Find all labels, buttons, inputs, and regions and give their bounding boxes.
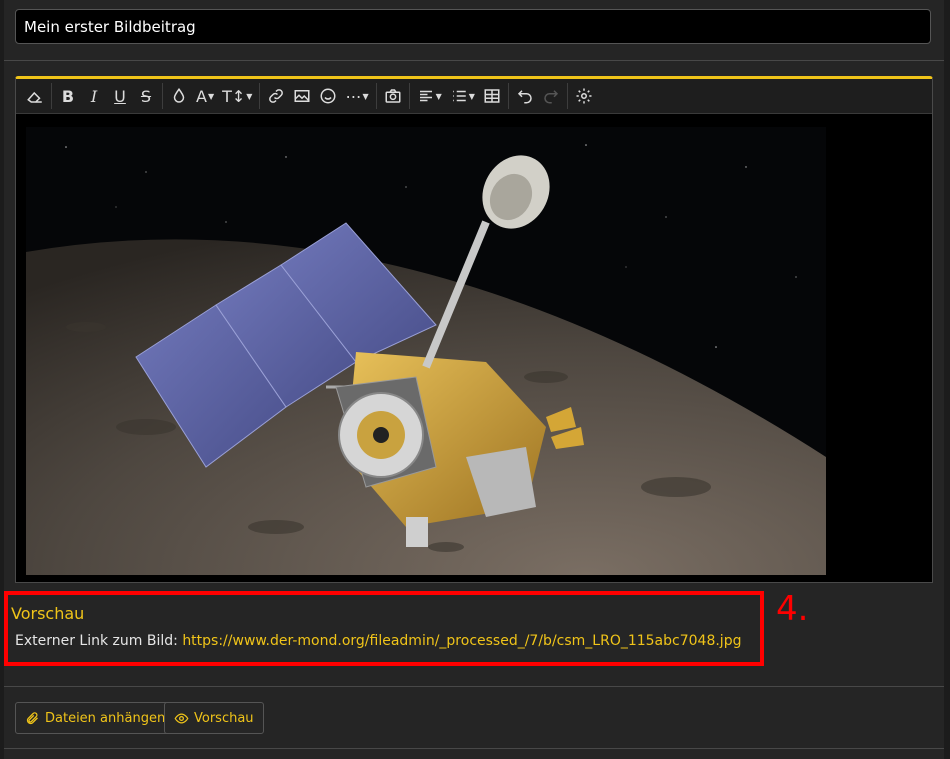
font-icon: A bbox=[196, 86, 207, 106]
more-options-button[interactable]: ⋯ ▼ bbox=[341, 82, 372, 110]
table-icon bbox=[484, 89, 500, 103]
text-size-icon: T↕ bbox=[222, 86, 246, 106]
toolbar-separator bbox=[162, 83, 163, 109]
list-button[interactable]: ▼ bbox=[446, 82, 479, 110]
image-icon bbox=[294, 90, 310, 102]
satellite-illustration bbox=[26, 127, 826, 575]
font-size-button[interactable]: T↕ ▼ bbox=[218, 82, 256, 110]
insert-link-button[interactable] bbox=[263, 82, 289, 110]
strikethrough-button[interactable]: S bbox=[133, 82, 159, 110]
divider-top bbox=[4, 60, 944, 61]
external-link-label: Externer Link zum Bild: bbox=[15, 633, 178, 649]
external-link-line: Externer Link zum Bild: https://www.der-… bbox=[15, 633, 741, 649]
clear-formatting-button[interactable] bbox=[22, 82, 48, 110]
undo-icon bbox=[517, 90, 532, 104]
insert-media-button[interactable] bbox=[380, 82, 406, 110]
eraser-icon bbox=[27, 91, 42, 103]
link-icon bbox=[269, 89, 284, 103]
ellipsis-icon: ⋯ bbox=[345, 86, 362, 106]
attach-files-label: Dateien anhängen bbox=[45, 710, 166, 726]
toolbar-separator bbox=[375, 83, 377, 109]
emoji-button[interactable] bbox=[315, 82, 341, 110]
redo-icon bbox=[544, 90, 558, 104]
chevron-down-icon: ▼ bbox=[435, 91, 442, 101]
chevron-down-icon: ▼ bbox=[362, 91, 369, 101]
redo-button[interactable] bbox=[538, 82, 564, 110]
toolbar-separator bbox=[566, 83, 568, 109]
font-family-button[interactable]: A ▼ bbox=[192, 82, 218, 110]
step-number-label: 4. bbox=[776, 589, 809, 629]
text-color-button[interactable] bbox=[166, 82, 192, 110]
list-icon bbox=[452, 90, 466, 102]
gear-icon bbox=[576, 88, 592, 104]
italic-button[interactable]: I bbox=[81, 82, 107, 110]
paperclip-icon bbox=[26, 711, 38, 724]
external-image-link[interactable]: https://www.der-mond.org/fileadmin/_proc… bbox=[182, 633, 741, 649]
underline-button[interactable]: U bbox=[107, 82, 133, 110]
embedded-image[interactable] bbox=[26, 127, 826, 575]
strikethrough-icon: S bbox=[140, 86, 152, 106]
settings-button[interactable] bbox=[571, 82, 597, 110]
bold-button[interactable]: B bbox=[55, 82, 81, 110]
toolbar-separator bbox=[259, 83, 261, 109]
toolbar-separator bbox=[408, 83, 410, 109]
chevron-down-icon: ▼ bbox=[246, 91, 253, 101]
divider-bottom bbox=[4, 686, 944, 687]
chevron-down-icon: ▼ bbox=[207, 91, 215, 101]
chevron-down-icon: ▼ bbox=[468, 91, 475, 101]
undo-button[interactable] bbox=[512, 82, 538, 110]
divider-footer bbox=[4, 748, 944, 749]
droplet-icon bbox=[173, 87, 185, 103]
toolbar-separator bbox=[51, 83, 52, 109]
post-title-input[interactable] bbox=[15, 9, 931, 44]
insert-table-button[interactable] bbox=[479, 82, 505, 110]
align-left-icon bbox=[419, 90, 432, 102]
smiley-icon bbox=[320, 88, 336, 104]
editor-toolbar: B I U S A ▼ T↕ ▼ ⋯ ▼ ▼ ▼ bbox=[16, 79, 932, 114]
align-button[interactable]: ▼ bbox=[413, 82, 446, 110]
preview-heading: Vorschau bbox=[11, 604, 85, 623]
preview-button[interactable]: Vorschau bbox=[164, 702, 264, 734]
camera-icon bbox=[385, 89, 401, 103]
toolbar-separator bbox=[507, 83, 509, 109]
right-border bbox=[944, 0, 950, 759]
bold-icon: B bbox=[61, 86, 75, 106]
insert-image-button[interactable] bbox=[289, 82, 315, 110]
preview-button-label: Vorschau bbox=[194, 710, 254, 726]
attach-files-button[interactable]: Dateien anhängen bbox=[15, 702, 176, 734]
italic-icon: I bbox=[90, 86, 98, 106]
preview-highlight-box bbox=[4, 591, 764, 666]
rich-text-editor[interactable]: B I U S A ▼ T↕ ▼ ⋯ ▼ ▼ ▼ bbox=[15, 76, 933, 583]
underline-icon: U bbox=[114, 86, 126, 106]
eye-icon bbox=[174, 712, 189, 724]
editor-content[interactable] bbox=[16, 114, 932, 582]
